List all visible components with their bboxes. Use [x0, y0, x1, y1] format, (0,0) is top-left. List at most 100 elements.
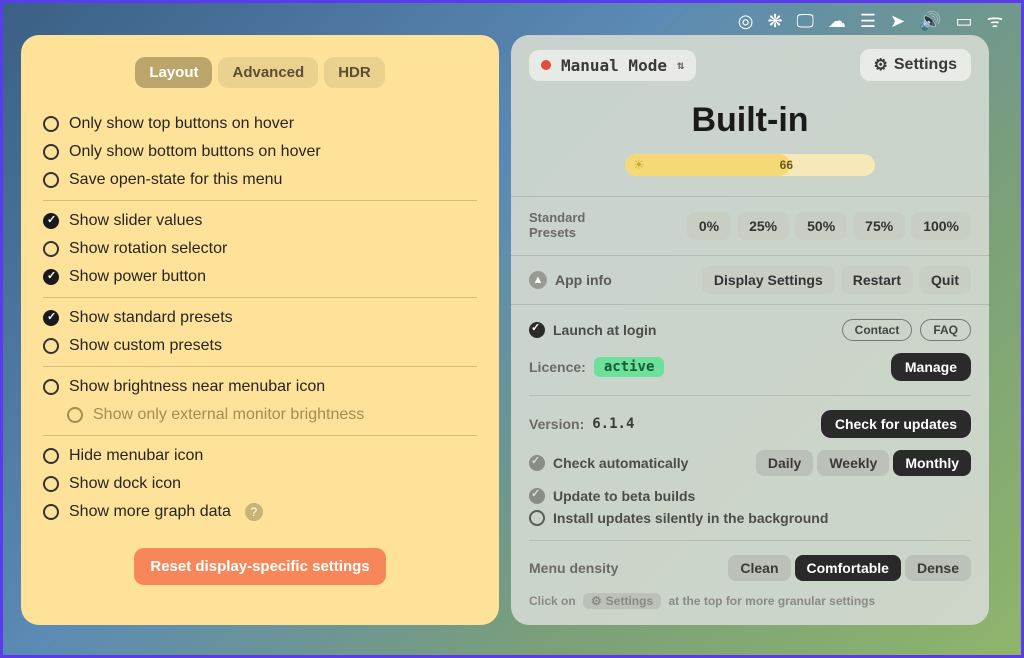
location-icon[interactable]: ➤	[890, 11, 905, 32]
volume-icon[interactable]: 🔊	[919, 11, 941, 32]
radio-icon	[43, 310, 59, 326]
cloud-icon[interactable]: ☁	[828, 11, 846, 32]
tab-advanced[interactable]: Advanced	[218, 57, 318, 88]
radio-icon	[43, 269, 59, 285]
check-updates-button[interactable]: Check for updates	[821, 410, 971, 438]
freq-daily[interactable]: Daily	[756, 450, 813, 476]
separator	[43, 200, 477, 201]
option-label: Show slider values	[69, 212, 202, 230]
settings-label: Settings	[894, 56, 957, 74]
licence-status: active	[594, 357, 665, 377]
faq-button[interactable]: FAQ	[920, 319, 971, 341]
option-label: Show rotation selector	[69, 240, 227, 258]
option-label: Show custom presets	[69, 337, 222, 355]
radio-icon	[43, 379, 59, 395]
pizza-icon[interactable]: ❋	[767, 11, 782, 32]
option-label: Show standard presets	[69, 309, 233, 327]
sun-icon: ☀	[633, 157, 645, 173]
slider-fill	[625, 154, 790, 176]
option-label: Show brightness near menubar icon	[69, 378, 325, 396]
option-label: Show power button	[69, 268, 206, 286]
mode-selector[interactable]: Manual Mode ⇅	[529, 50, 696, 81]
brightness-slider[interactable]: ☀ 66	[625, 154, 875, 176]
freq-weekly[interactable]: Weekly	[817, 450, 889, 476]
option-label: Only show bottom buttons on hover	[69, 143, 321, 161]
option-show_std_presets[interactable]: Show standard presets	[43, 304, 477, 332]
update-frequency-segment: Daily Weekly Monthly	[756, 450, 971, 476]
layout-settings-panel: Layout Advanced HDR Only show top button…	[21, 35, 499, 625]
freq-monthly[interactable]: Monthly	[893, 450, 971, 476]
preset-25[interactable]: 25%	[737, 212, 789, 240]
radio-icon	[43, 476, 59, 492]
option-show_power[interactable]: Show power button	[43, 263, 477, 291]
reset-display-settings-button[interactable]: Reset display-specific settings	[134, 548, 385, 585]
preset-75[interactable]: 75%	[853, 212, 905, 240]
option-label: Show only external monitor brightness	[93, 406, 364, 424]
option-label: Only show top buttons on hover	[69, 115, 294, 133]
settings-tabbar: Layout Advanced HDR	[43, 57, 477, 88]
quit-button[interactable]: Quit	[919, 266, 971, 294]
options-list: Only show top buttons on hover Only show …	[43, 110, 477, 526]
hint-settings-chip: ⚙Settings	[583, 593, 661, 609]
settings-button[interactable]: ⚙ Settings	[860, 49, 971, 81]
radio-icon	[43, 172, 59, 188]
separator	[43, 366, 477, 367]
version-value: 6.1.4	[592, 416, 634, 432]
option-save_open_state[interactable]: Save open-state for this menu	[43, 166, 477, 194]
option-show_dock_icon[interactable]: Show dock icon	[43, 470, 477, 498]
option-show_more_graph[interactable]: Show more graph data?	[43, 498, 477, 526]
display-control-panel: Manual Mode ⇅ ⚙ Settings Built-in ☀ 66 S…	[511, 35, 989, 625]
menu-density-segment: Clean Comfortable Dense	[728, 555, 971, 581]
density-clean[interactable]: Clean	[728, 555, 790, 581]
drives-icon[interactable]: ☰	[860, 11, 876, 32]
battery-icon[interactable]: ▭	[956, 11, 973, 32]
option-only_top_hover[interactable]: Only show top buttons on hover	[43, 110, 477, 138]
record-icon[interactable]: ◎	[738, 11, 754, 32]
option-only_external[interactable]: Show only external monitor brightness	[43, 401, 477, 429]
restart-button[interactable]: Restart	[841, 266, 913, 294]
help-icon[interactable]: ?	[245, 503, 263, 521]
option-show_custom_presets[interactable]: Show custom presets	[43, 332, 477, 360]
check-automatically-label: Check automatically	[553, 455, 688, 471]
tab-hdr[interactable]: HDR	[324, 57, 385, 88]
manage-licence-button[interactable]: Manage	[891, 353, 971, 381]
licence-label: Licence:	[529, 359, 586, 375]
density-comfortable[interactable]: Comfortable	[795, 555, 901, 581]
option-show_rotation[interactable]: Show rotation selector	[43, 235, 477, 263]
standard-presets-row: Standard Presets 0%25%50%75%100%	[511, 196, 989, 256]
launch-at-login-checkbox[interactable]	[529, 322, 545, 338]
display-settings-button[interactable]: Display Settings	[702, 266, 835, 294]
install-silent-label: Install updates silently in the backgrou…	[553, 510, 828, 526]
preset-50[interactable]: 50%	[795, 212, 847, 240]
option-label: Save open-state for this menu	[69, 171, 282, 189]
option-only_bottom_hover[interactable]: Only show bottom buttons on hover	[43, 138, 477, 166]
option-show_slider_values[interactable]: Show slider values	[43, 207, 477, 235]
collapse-icon[interactable]: ▲	[529, 271, 547, 289]
gear-icon: ⚙	[874, 55, 888, 75]
display-name-title: Built-in	[511, 101, 989, 140]
check-automatically-checkbox[interactable]	[529, 455, 545, 471]
wifi-icon[interactable]: ᯤ	[987, 9, 1003, 33]
chevron-updown-icon: ⇅	[677, 58, 684, 72]
contact-button[interactable]: Contact	[842, 319, 913, 341]
radio-icon	[67, 407, 83, 423]
radio-icon	[43, 504, 59, 520]
option-hide_menubar_icon[interactable]: Hide menubar icon	[43, 442, 477, 470]
option-label: Show dock icon	[69, 475, 181, 493]
launch-at-login-label: Launch at login	[553, 322, 656, 338]
preset-0[interactable]: 0%	[687, 212, 731, 240]
option-show_brightness_menubar[interactable]: Show brightness near menubar icon	[43, 373, 477, 401]
install-silent-checkbox[interactable]	[529, 510, 545, 526]
density-dense[interactable]: Dense	[905, 555, 971, 581]
macos-menubar: ◎ ❋ 🖵 ☁ ☰ ➤ 🔊 ▭ ᯤ	[738, 9, 1003, 33]
tab-layout[interactable]: Layout	[135, 57, 212, 88]
radio-icon	[43, 241, 59, 257]
separator	[43, 297, 477, 298]
update-beta-checkbox[interactable]	[529, 488, 545, 504]
update-beta-label: Update to beta builds	[553, 488, 695, 504]
preset-100[interactable]: 100%	[911, 212, 971, 240]
option-label: Hide menubar icon	[69, 447, 203, 465]
separator	[43, 435, 477, 436]
radio-icon	[43, 213, 59, 229]
display-icon[interactable]: 🖵	[797, 11, 814, 32]
